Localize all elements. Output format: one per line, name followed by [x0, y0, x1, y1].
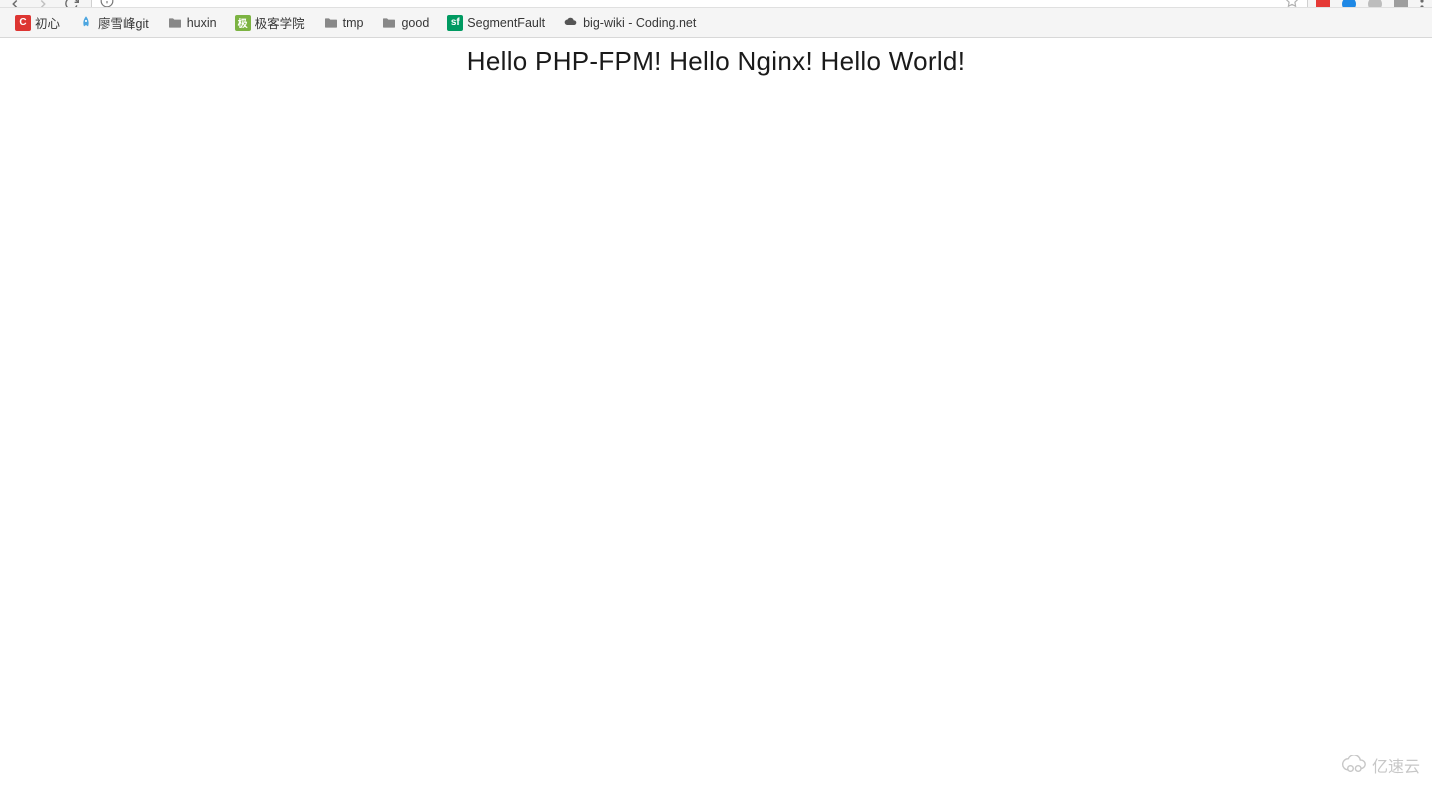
- bookmark-favicon-icon: 极: [235, 15, 251, 31]
- bookmark-favicon-icon: C: [15, 15, 31, 31]
- bookmark-favicon-icon: sf: [447, 15, 463, 31]
- bookmark-item[interactable]: sf SegmentFault: [442, 12, 550, 34]
- url-input[interactable]: [122, 0, 1277, 8]
- cloud-icon: [563, 15, 579, 31]
- menu-icon[interactable]: [1420, 0, 1424, 8]
- extension-icon[interactable]: [1342, 0, 1356, 8]
- bookmark-item[interactable]: 廖雪峰git: [73, 10, 154, 35]
- folder-icon: [381, 15, 397, 31]
- extension-icon[interactable]: [1316, 0, 1330, 8]
- browser-toolbar: [0, 0, 1432, 8]
- bookmarks-bar: C 初心 廖雪峰git huxin 极 极客学院 tmp good sf Seg…: [0, 8, 1432, 38]
- page-heading: Hello PHP-FPM! Hello Nginx! Hello World!: [0, 38, 1432, 77]
- bookmark-label: 廖雪峰git: [98, 13, 149, 32]
- bookmark-star-icon[interactable]: [1285, 0, 1299, 8]
- nav-buttons-group: [8, 0, 79, 8]
- bookmark-label: 极客学院: [255, 13, 305, 32]
- bookmark-item[interactable]: tmp: [318, 12, 369, 34]
- rocket-icon: [78, 15, 94, 31]
- extension-icons-group: [1316, 0, 1424, 8]
- forward-button[interactable]: [36, 0, 50, 8]
- reload-button[interactable]: [64, 0, 79, 8]
- address-bar[interactable]: [91, 0, 1308, 8]
- extension-icon[interactable]: [1394, 0, 1408, 8]
- bookmark-item[interactable]: C 初心: [10, 10, 65, 35]
- bookmark-label: SegmentFault: [467, 16, 545, 30]
- bookmark-label: good: [401, 16, 429, 30]
- page-viewport: Hello PHP-FPM! Hello Nginx! Hello World!…: [0, 38, 1432, 785]
- info-icon[interactable]: [100, 0, 114, 8]
- bookmark-item[interactable]: huxin: [162, 12, 222, 34]
- bookmark-label: huxin: [187, 16, 217, 30]
- extension-icon[interactable]: [1368, 0, 1382, 8]
- folder-icon: [167, 15, 183, 31]
- bookmark-label: tmp: [343, 16, 364, 30]
- watermark: 亿速云: [1340, 753, 1420, 777]
- back-button[interactable]: [8, 0, 22, 8]
- watermark-logo-icon: [1340, 755, 1366, 775]
- folder-icon: [323, 15, 339, 31]
- bookmark-item[interactable]: 极 极客学院: [230, 10, 310, 35]
- bookmark-item[interactable]: big-wiki - Coding.net: [558, 12, 701, 34]
- bookmark-item[interactable]: good: [376, 12, 434, 34]
- bookmark-label: big-wiki - Coding.net: [583, 16, 696, 30]
- watermark-text: 亿速云: [1372, 753, 1420, 777]
- bookmark-label: 初心: [35, 13, 60, 32]
